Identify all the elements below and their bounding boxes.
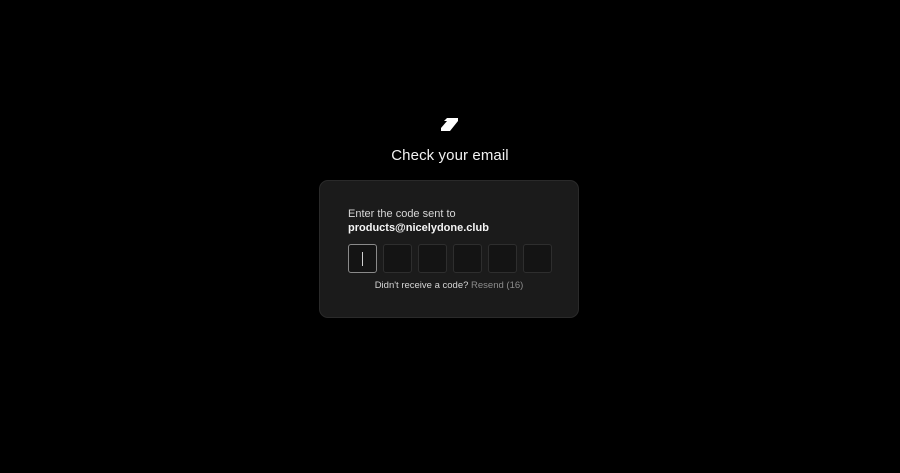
email-address: products@nicelydone.club [348, 222, 489, 234]
page-title: Check your email [391, 147, 509, 164]
verify-email-page: Check your email Enter the code sent to … [0, 0, 900, 473]
code-digit-1[interactable] [348, 244, 377, 273]
resend-line: Didn't receive a code? Resend (16) [320, 280, 578, 291]
code-prompt: Enter the code sent to [348, 208, 456, 220]
code-digit-3[interactable] [418, 244, 447, 273]
resend-question: Didn't receive a code? [374, 280, 469, 291]
resend-link[interactable]: Resend (16) [471, 280, 523, 291]
brand-logo-icon [441, 118, 458, 131]
verification-card: Enter the code sent to products@nicelydo… [319, 180, 579, 318]
code-digit-4[interactable] [453, 244, 482, 273]
code-digit-5[interactable] [488, 244, 517, 273]
text-caret [362, 252, 363, 266]
code-digit-2[interactable] [383, 244, 412, 273]
code-input-group [348, 244, 552, 273]
code-digit-6[interactable] [523, 244, 552, 273]
